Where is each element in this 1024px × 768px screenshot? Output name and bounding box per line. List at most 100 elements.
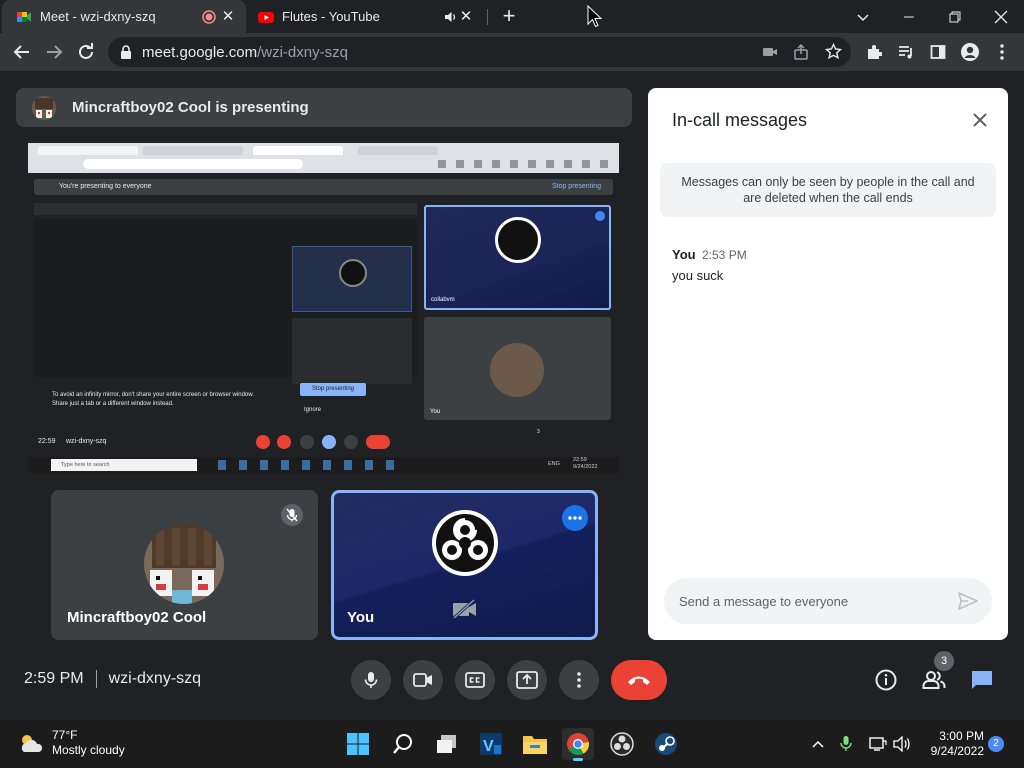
profile-icon — [961, 43, 979, 61]
shared-screen: You're presenting to everyone Stop prese… — [28, 143, 619, 473]
info-icon — [875, 669, 897, 691]
meeting-details-button[interactable] — [870, 664, 902, 696]
shared-taskbar: Type here to search ENG 22:59 9/24/2022 — [28, 457, 619, 473]
camera-off-icon — [452, 599, 476, 619]
back-button[interactable] — [8, 38, 36, 66]
arrow-right-icon — [47, 45, 63, 59]
mouse-cursor-icon — [587, 5, 603, 28]
side-panel-button[interactable] — [924, 38, 952, 66]
tab-meet[interactable]: Meet - wzi-dxny-szq ✕ — [2, 0, 246, 33]
tab-title: Flutes - YouTube — [282, 9, 380, 24]
taskbar-steam[interactable] — [650, 728, 682, 760]
taskbar-chrome[interactable] — [562, 728, 594, 761]
close-icon — [973, 113, 987, 127]
camera-button[interactable] — [403, 660, 443, 700]
participant-tile-mincraftboy[interactable]: Mincraftboy02 Cool — [51, 490, 318, 640]
start-button[interactable] — [342, 728, 374, 760]
chevron-up-icon — [812, 740, 824, 748]
microphone-button[interactable] — [351, 660, 391, 700]
address-bar[interactable]: meet.google.com/wzi-dxny-szq — [108, 37, 851, 67]
mic-off-icon — [286, 508, 298, 522]
camera-in-use-icon[interactable] — [762, 45, 778, 59]
presenter-avatar — [32, 95, 56, 120]
close-icon — [994, 10, 1008, 23]
shared-ignore-button: Ignore — [304, 407, 322, 413]
tab-search-button[interactable] — [840, 0, 886, 33]
svg-text:V: V — [483, 738, 494, 755]
tab-youtube[interactable]: Flutes - YouTube ✕ — [248, 0, 488, 33]
windows-logo-icon — [347, 733, 369, 755]
mirror-warning-line-2: Share just a tab or a different window i… — [52, 401, 174, 407]
forward-button[interactable] — [40, 38, 68, 66]
nested-screen-strip — [34, 203, 417, 215]
notification-badge[interactable]: 2 — [988, 736, 1004, 752]
nested-tile-user — [292, 318, 412, 384]
system-clock[interactable]: 3:00 PM 9/24/2022 — [920, 729, 984, 759]
mic-icon — [364, 672, 378, 688]
present-now-button[interactable] — [507, 660, 547, 700]
more-options-button[interactable] — [559, 660, 599, 700]
microphone-in-use-indicator[interactable] — [834, 728, 858, 760]
share-icon[interactable] — [793, 44, 809, 60]
leave-call-button[interactable] — [611, 660, 667, 700]
chrome-icon — [567, 733, 590, 755]
tab-divider — [487, 9, 488, 25]
network-status[interactable] — [866, 728, 890, 760]
captions-button[interactable] — [455, 660, 495, 700]
more-vert-icon — [1000, 44, 1004, 60]
participant-name: You — [347, 609, 375, 626]
videocam-icon — [413, 673, 432, 687]
shared-clock: 22:59 — [38, 438, 56, 445]
browser-tab-strip: Meet - wzi-dxny-szq ✕ Flutes - YouTube ✕… — [0, 0, 1024, 33]
current-time: 2:59 PM — [24, 670, 84, 687]
task-view-button[interactable] — [431, 728, 463, 760]
puzzle-icon — [868, 45, 882, 59]
media-controls-button[interactable] — [892, 38, 920, 66]
taskbar-visual-studio[interactable]: V — [475, 728, 507, 760]
chrome-menu-button[interactable] — [988, 38, 1016, 66]
audio-playing-icon[interactable] — [444, 10, 458, 24]
new-tab-button[interactable]: + — [497, 4, 521, 28]
chat-message-input[interactable] — [664, 578, 944, 624]
presenter-bar: Mincraftboy02 Cool is presenting — [16, 88, 632, 127]
shared-tile-user: You — [424, 317, 611, 420]
tab-title: Meet - wzi-dxny-szq — [40, 9, 156, 24]
show-hidden-icons-button[interactable] — [806, 728, 830, 760]
nested-tile-obs — [292, 246, 412, 312]
taskbar-obs[interactable] — [606, 728, 638, 760]
profile-button[interactable] — [956, 38, 984, 66]
participant-avatar — [144, 524, 224, 604]
chat-panel: In-call messages Messages can only be se… — [648, 88, 1008, 640]
partly-cloudy-icon — [21, 735, 43, 752]
shared-stop-presenting-button: Stop presenting — [300, 383, 366, 396]
windows-taskbar: 77°F Mostly cloudy V 3:00 PM 9/24/2022 2 — [0, 720, 1024, 768]
weather-widget[interactable]: 77°F Mostly cloudy — [18, 728, 125, 758]
search-button[interactable] — [387, 728, 419, 760]
participant-tile-you[interactable]: You — [331, 490, 598, 640]
reload-button[interactable] — [72, 38, 100, 66]
tile-options-button[interactable] — [562, 505, 588, 531]
youtube-icon — [258, 11, 274, 23]
call-end-icon — [628, 676, 650, 685]
meeting-code: wzi-dxny-szq — [108, 670, 202, 687]
mic-icon — [840, 736, 852, 751]
message-sender: You — [672, 247, 696, 262]
minimize-button[interactable] — [886, 0, 932, 33]
task-view-icon — [437, 735, 456, 753]
close-tab-icon[interactable]: ✕ — [458, 9, 474, 25]
close-window-button[interactable] — [978, 0, 1024, 33]
people-icon — [922, 671, 946, 689]
send-icon[interactable] — [956, 589, 980, 613]
taskbar-file-explorer[interactable] — [519, 728, 551, 760]
chat-close-button[interactable] — [968, 108, 992, 132]
chat-button[interactable] — [966, 664, 998, 696]
close-tab-icon[interactable]: ✕ — [220, 9, 236, 25]
extensions-button[interactable] — [860, 38, 888, 66]
present-to-all-icon — [516, 671, 538, 689]
volume-control[interactable] — [890, 728, 914, 760]
bookmark-star-icon[interactable] — [825, 43, 842, 60]
message-text: you suck — [672, 268, 724, 283]
vbox-app-icon: V — [480, 733, 502, 755]
separator — [95, 670, 97, 688]
restore-button[interactable] — [932, 0, 978, 33]
